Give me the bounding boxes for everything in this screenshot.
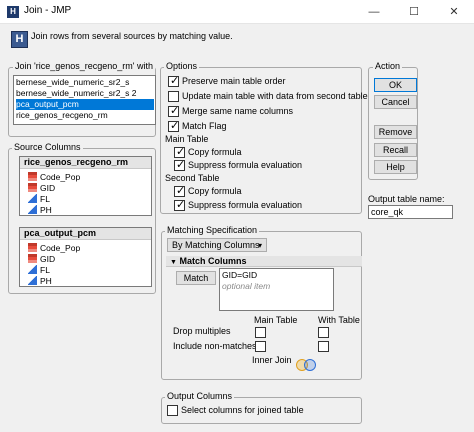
- include-nonmatches-label: Include non-matches: [173, 341, 257, 351]
- list-item[interactable]: Code_Pop: [28, 172, 80, 183]
- update-main-table-checkbox[interactable]: [168, 91, 179, 102]
- matching-method-dropdown[interactable]: By Matching Columns ▾: [167, 238, 267, 252]
- continuous-icon: [28, 265, 37, 274]
- maximize-icon[interactable]: ☐: [394, 0, 434, 24]
- list-item[interactable]: rice_genos_recgeno_rm: [16, 110, 154, 121]
- second-suppress-formula-checkbox[interactable]: [174, 198, 185, 211]
- list-item[interactable]: FL: [28, 194, 50, 205]
- select-columns-label: Select columns for joined table: [181, 405, 304, 415]
- drop-multiples-with-checkbox[interactable]: [318, 327, 329, 338]
- main-copy-formula-label: Copy formula: [188, 147, 242, 157]
- list-item[interactable]: Code_Pop: [28, 243, 80, 254]
- ok-button[interactable]: OK: [374, 78, 417, 92]
- jmp-app-icon: H: [7, 6, 19, 18]
- main-copy-formula-checkbox[interactable]: [174, 145, 185, 158]
- preserve-order-label: Preserve main table order: [182, 76, 286, 86]
- continuous-icon: [28, 205, 37, 214]
- continuous-icon: [28, 194, 37, 203]
- list-item-selected[interactable]: pca_output_pcm: [16, 99, 154, 110]
- main-suppress-formula-label: Suppress formula evaluation: [188, 160, 303, 170]
- match-button[interactable]: Match: [176, 271, 216, 285]
- join-with-legend: Join 'rice_genos_recgeno_rm' with: [13, 61, 156, 71]
- source-columns-legend: Source Columns: [12, 142, 83, 152]
- match-flag-label: Match Flag: [182, 121, 227, 131]
- cancel-button[interactable]: Cancel: [374, 95, 417, 109]
- table2-columns-list[interactable]: pca_output_pcm Code_Pop GID FL PH: [19, 227, 152, 287]
- venn-diagram-icon: [296, 358, 320, 372]
- output-table-label: Output table name:: [368, 194, 445, 204]
- join-icon: H: [11, 31, 28, 48]
- help-button[interactable]: Help: [374, 160, 417, 174]
- collapse-triangle-icon[interactable]: ▼: [170, 259, 177, 266]
- main-table-heading: Main Table: [165, 134, 209, 144]
- second-suppress-formula-label: Suppress formula evaluation: [188, 200, 303, 210]
- second-table-heading: Second Table: [165, 173, 220, 183]
- match-pair-item[interactable]: GID=GID: [222, 270, 257, 281]
- nominal-icon: [28, 243, 37, 252]
- second-copy-formula-label: Copy formula: [188, 186, 242, 196]
- minimize-icon[interactable]: —: [354, 0, 394, 24]
- nominal-icon: [28, 254, 37, 263]
- merge-columns-label: Merge same name columns: [182, 106, 294, 116]
- list-item[interactable]: GID: [28, 254, 55, 265]
- with-table-column-header: With Table: [318, 315, 360, 325]
- close-icon[interactable]: ✕: [434, 0, 474, 24]
- output-table-name-field[interactable]: core_qk: [368, 205, 453, 219]
- match-columns-header: ▼ Match Columns: [166, 256, 362, 267]
- match-flag-checkbox[interactable]: [168, 119, 179, 132]
- drop-multiples-main-checkbox[interactable]: [255, 327, 266, 338]
- main-suppress-formula-checkbox[interactable]: [174, 158, 185, 171]
- inner-join-label: Inner Join: [252, 355, 292, 365]
- merge-columns-checkbox[interactable]: [168, 104, 179, 117]
- options-legend: Options: [164, 61, 200, 71]
- table1-columns-list[interactable]: rice_genos_recgeno_rm Code_Pop GID FL PH: [19, 156, 152, 216]
- action-legend: Action: [373, 61, 403, 71]
- chevron-down-icon: ▾: [257, 241, 262, 250]
- list-item[interactable]: PH: [28, 276, 52, 287]
- list-item[interactable]: bernese_wide_numeric_sr2_s: [16, 77, 154, 88]
- second-copy-formula-checkbox[interactable]: [174, 184, 185, 197]
- list-item[interactable]: FL: [28, 265, 50, 276]
- list-item[interactable]: GID: [28, 183, 55, 194]
- join-table-list[interactable]: bernese_wide_numeric_sr2_s bernese_wide_…: [13, 75, 156, 125]
- include-nonmatches-with-checkbox[interactable]: [318, 341, 329, 352]
- nominal-icon: [28, 172, 37, 181]
- matching-spec-legend: Matching Specification: [165, 225, 260, 235]
- list-item[interactable]: PH: [28, 205, 52, 216]
- main-table-column-header: Main Table: [254, 315, 298, 325]
- continuous-icon: [28, 276, 37, 285]
- optional-item-placeholder: optional item: [222, 281, 271, 291]
- output-columns-legend: Output Columns: [165, 391, 235, 401]
- match-pairs-list[interactable]: GID=GID optional item: [219, 268, 334, 311]
- list-item[interactable]: bernese_wide_numeric_sr2_s 2: [16, 88, 154, 99]
- table2-name: pca_output_pcm: [20, 228, 151, 240]
- table1-name: rice_genos_recgeno_rm: [20, 157, 151, 169]
- recall-button[interactable]: Recall: [374, 143, 417, 157]
- header-description: Join rows from several sources by matchi…: [31, 31, 233, 41]
- remove-button[interactable]: Remove: [374, 125, 417, 139]
- window-title: Join - JMP: [24, 5, 72, 16]
- update-main-table-label: Update main table with data from second …: [182, 91, 368, 101]
- select-columns-checkbox[interactable]: [167, 405, 178, 416]
- drop-multiples-label: Drop multiples: [173, 326, 231, 336]
- include-nonmatches-main-checkbox[interactable]: [255, 341, 266, 352]
- nominal-icon: [28, 183, 37, 192]
- preserve-order-checkbox[interactable]: [168, 74, 179, 87]
